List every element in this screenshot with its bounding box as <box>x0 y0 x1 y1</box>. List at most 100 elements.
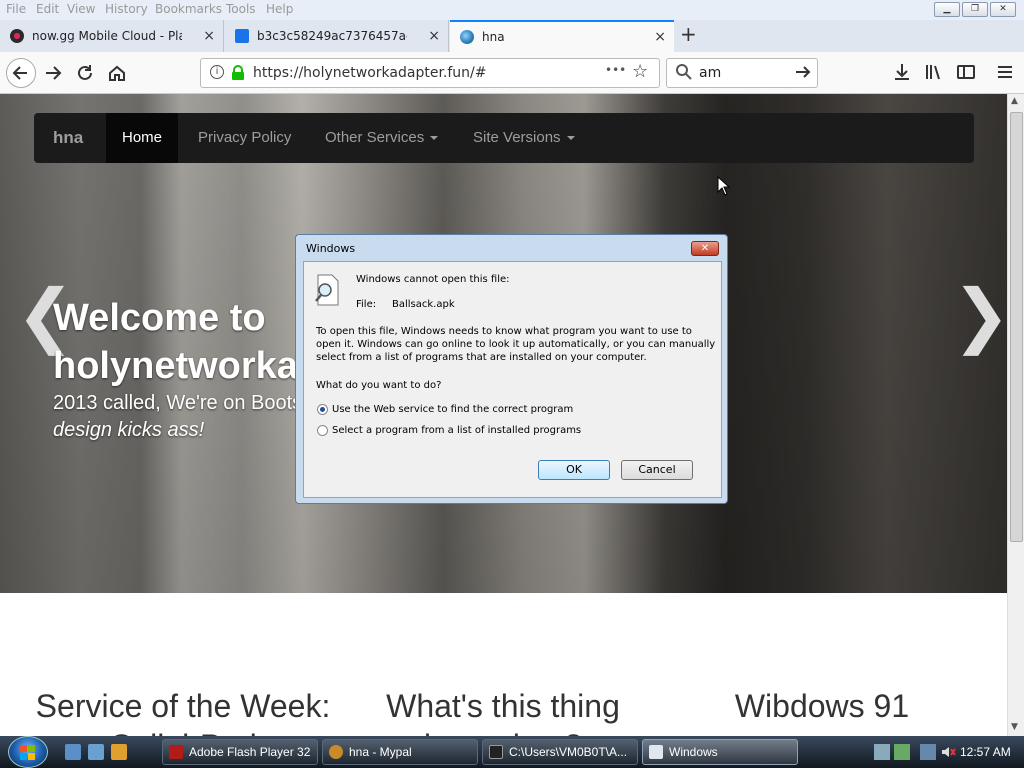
scrollbar-thumb[interactable] <box>1010 112 1023 542</box>
switch-windows-icon[interactable] <box>88 744 104 760</box>
page-favicon-icon <box>235 29 249 43</box>
url-bar[interactable]: i https://holynetworkadapter.fun/# ••• ☆ <box>200 58 660 88</box>
show-desktop-icon[interactable] <box>65 744 81 760</box>
ok-button[interactable]: OK <box>538 460 610 480</box>
search-go-icon[interactable] <box>793 62 813 86</box>
scroll-up-icon[interactable]: ▲ <box>1011 96 1018 106</box>
hosted-on-line2: hosted on? <box>338 726 668 736</box>
nav-site-versions[interactable]: Site Versions <box>473 113 575 163</box>
lock-icon[interactable] <box>231 65 245 85</box>
nav-toolbar: i https://holynetworkadapter.fun/# ••• ☆… <box>0 52 1024 94</box>
maximize-button[interactable]: ❐ <box>962 2 988 17</box>
nav-other-services-label: Other Services <box>325 129 425 146</box>
service-week-line2: CollabPad <box>18 726 348 736</box>
file-name: Ballsack.apk <box>392 299 455 310</box>
dialog-para-line3: select from a list of programs that are … <box>316 352 647 363</box>
menu-bookmarks[interactable]: Bookmarks <box>155 2 222 16</box>
window-controls: ▁ ❐ ✕ <box>934 2 1016 17</box>
dialog-close-button[interactable]: ✕ <box>691 241 719 256</box>
search-box[interactable]: am <box>666 58 818 88</box>
back-button[interactable] <box>6 58 36 88</box>
radio-web-service[interactable] <box>317 404 328 415</box>
display-tray-icon[interactable] <box>920 744 936 760</box>
site-navbar: hna Home Privacy Policy Other Services S… <box>34 113 974 163</box>
menu-view[interactable]: View <box>67 2 95 16</box>
security-tray-icon[interactable] <box>894 744 910 760</box>
clock[interactable]: 12:57 AM <box>960 745 1011 759</box>
tab-title: now.gg Mobile Cloud - Platfor <box>32 29 182 43</box>
mouse-cursor-icon <box>717 176 731 196</box>
nowgg-favicon-icon <box>10 29 24 43</box>
nav-site-versions-label: Site Versions <box>473 129 561 146</box>
nav-privacy-policy[interactable]: Privacy Policy <box>198 113 291 163</box>
dialog-body: Windows cannot open this file: File: Bal… <box>303 261 722 498</box>
home-button[interactable] <box>104 60 130 86</box>
service-week-heading: Service of the Week: CollabPad <box>18 686 348 736</box>
network-tray-icon[interactable] <box>874 744 890 760</box>
reload-button[interactable] <box>72 60 98 86</box>
flash-icon <box>169 745 183 759</box>
close-tab-icon[interactable]: × <box>654 29 666 45</box>
dialog-title: Windows <box>306 242 356 255</box>
radio-web-service-label[interactable]: Use the Web service to find the correct … <box>332 403 573 416</box>
page-scrollbar[interactable]: ▲ ▼ <box>1007 94 1024 736</box>
close-window-button[interactable]: ✕ <box>990 2 1016 17</box>
taskbar-cmd[interactable]: C:\Users\VM0B0T\A... <box>482 739 638 765</box>
tab-nowgg[interactable]: now.gg Mobile Cloud - Platfor × <box>0 20 224 52</box>
explorer-icon[interactable] <box>111 744 127 760</box>
forward-button[interactable] <box>40 60 66 86</box>
cancel-button[interactable]: Cancel <box>621 460 693 480</box>
nav-home-label: Home <box>122 129 163 146</box>
caret-down-icon <box>566 136 575 141</box>
tab-title: b3c3c58249ac7376457aea64302 <box>257 29 407 43</box>
file-search-icon <box>314 274 342 310</box>
dialog-heading: Windows cannot open this file: <box>356 274 510 285</box>
hamburger-menu-icon[interactable] <box>995 62 1015 86</box>
library-icon[interactable] <box>924 62 944 86</box>
hosted-on-line1: What's this thing <box>386 688 620 724</box>
volume-muted-icon[interactable] <box>940 744 956 760</box>
search-input[interactable]: am <box>699 65 721 81</box>
new-tab-button[interactable]: + <box>680 22 697 46</box>
dialog-para-line2: open it. Windows can go online to look i… <box>316 339 716 350</box>
radio-installed-programs-label[interactable]: Select a program from a list of installe… <box>332 424 581 437</box>
hosted-on-heading: What's this thing hosted on? <box>338 686 668 736</box>
info-icon[interactable]: i <box>210 65 224 79</box>
sidebar-icon[interactable] <box>956 62 976 86</box>
tab-hash-page[interactable]: b3c3c58249ac7376457aea64302 × <box>225 20 449 52</box>
taskbar-flash-player[interactable]: Adobe Flash Player 32 <box>162 739 318 765</box>
downloads-icon[interactable] <box>892 62 912 86</box>
menu-help[interactable]: Help <box>266 2 293 16</box>
close-tab-icon[interactable]: × <box>428 28 440 44</box>
window-icon <box>649 745 663 759</box>
radio-installed-programs[interactable] <box>317 425 328 436</box>
carousel-next-icon[interactable]: ❯ <box>952 274 1007 356</box>
menu-history[interactable]: History <box>105 2 148 16</box>
wibdows-heading: Wibdows 91 <box>657 686 987 726</box>
close-tab-icon[interactable]: × <box>203 28 215 44</box>
file-label: File: <box>356 299 377 310</box>
start-button[interactable] <box>8 736 48 768</box>
taskbar-flash-label: Adobe Flash Player 32 <box>189 745 311 759</box>
tab-strip: now.gg Mobile Cloud - Platfor × b3c3c582… <box>0 20 1024 52</box>
nav-home[interactable]: Home <box>106 113 179 163</box>
taskbar: Adobe Flash Player 32 hna - Mypal C:\Use… <box>0 736 1024 768</box>
wibdows-line1: Wibdows 91 <box>734 688 910 724</box>
taskbar-windows-dialog[interactable]: Windows <box>642 739 798 765</box>
site-brand[interactable]: hna <box>53 113 83 163</box>
url-text[interactable]: https://holynetworkadapter.fun/# <box>253 65 486 81</box>
scroll-down-icon[interactable]: ▼ <box>1011 722 1018 732</box>
minimize-button[interactable]: ▁ <box>934 2 960 17</box>
mypal-icon <box>329 745 343 759</box>
taskbar-mypal-label: hna - Mypal <box>349 745 412 759</box>
page-actions-icon[interactable]: ••• <box>605 63 626 77</box>
globe-favicon-icon <box>460 30 474 44</box>
menu-tools[interactable]: Tools <box>226 2 256 16</box>
bookmark-star-icon[interactable]: ☆ <box>632 61 648 82</box>
taskbar-mypal[interactable]: hna - Mypal <box>322 739 478 765</box>
menu-edit[interactable]: Edit <box>36 2 59 16</box>
home-icon <box>109 65 125 81</box>
tab-hna[interactable]: hna × <box>450 20 674 52</box>
nav-other-services[interactable]: Other Services <box>325 113 439 163</box>
menu-file[interactable]: File <box>6 2 26 16</box>
